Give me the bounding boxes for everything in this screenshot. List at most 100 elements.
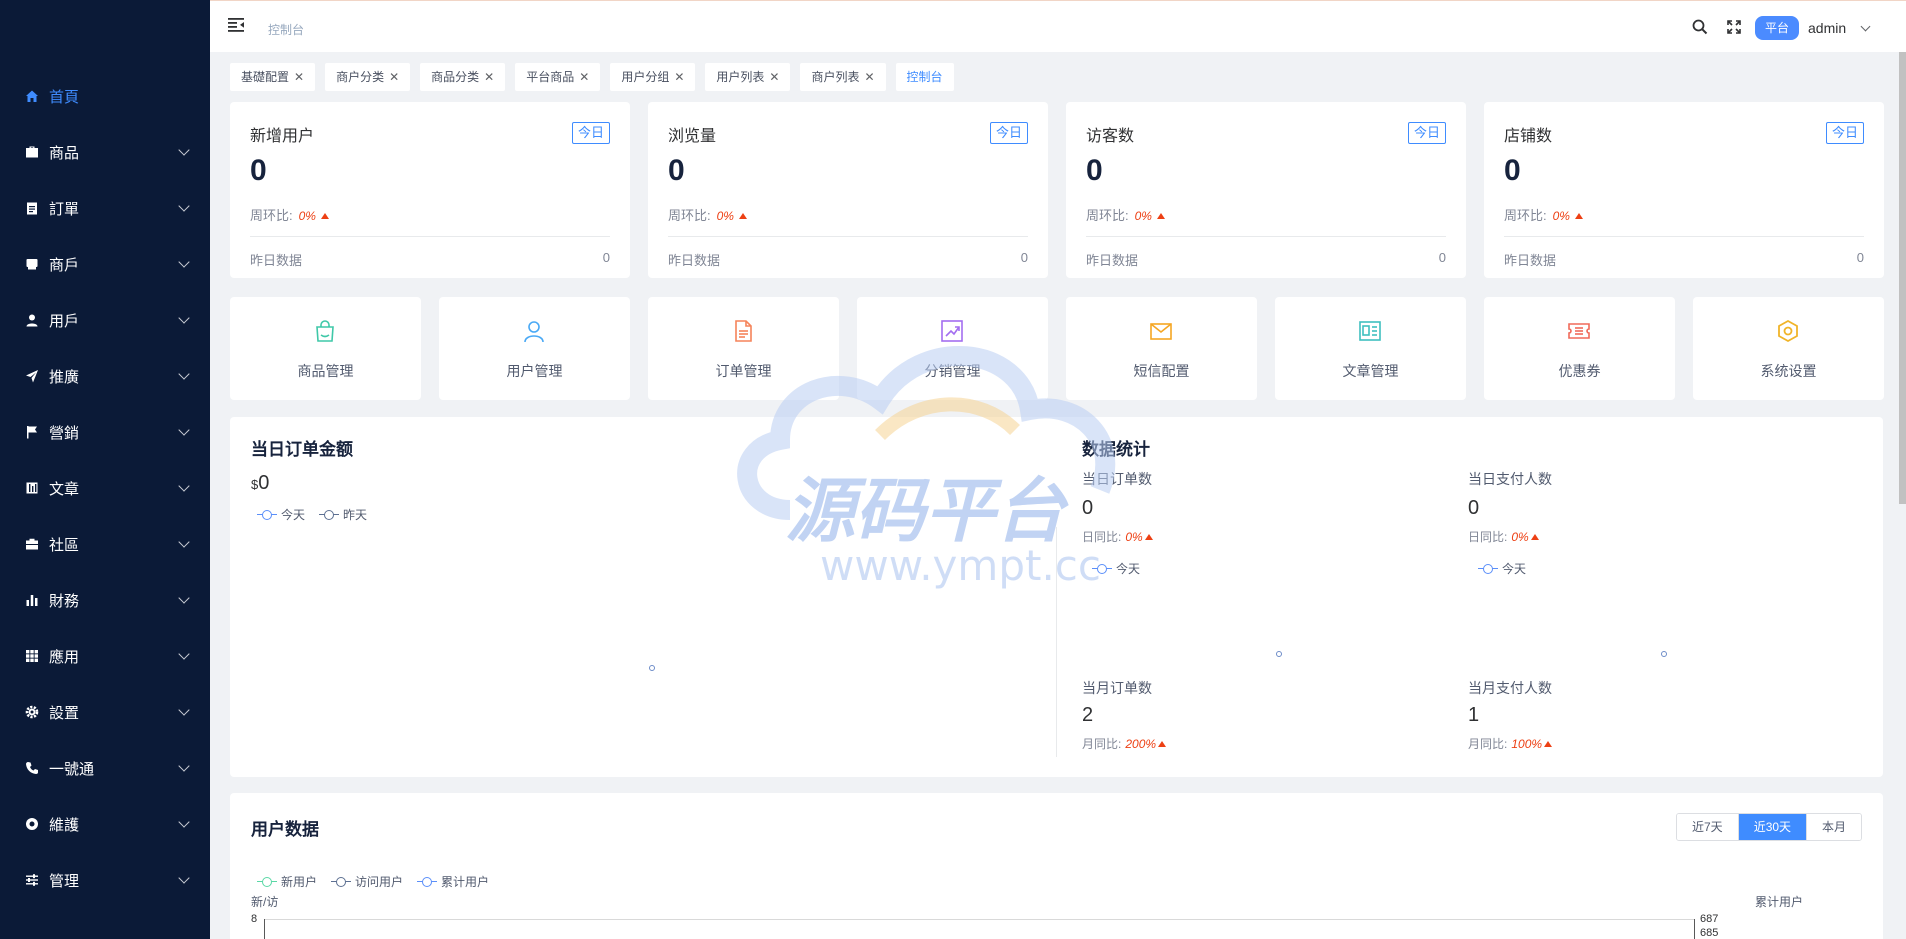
legend-item-total-users[interactable]: 累计用户 (417, 873, 489, 890)
quick-nav-sms[interactable]: 短信配置 (1066, 297, 1257, 400)
legend-item-visit-users[interactable]: 访问用户 (331, 873, 403, 890)
sidebar-item-management[interactable]: 管理 (0, 852, 210, 908)
stat-yesterday-value: 0 (1438, 250, 1446, 265)
suitcase-icon (24, 536, 40, 552)
left-axis-line (264, 919, 265, 939)
quick-nav-label: 文章管理 (1342, 363, 1399, 379)
divider (1056, 527, 1057, 757)
month-orders-label: 当月订单数 (1082, 680, 1152, 696)
arrow-up-icon (1574, 213, 1583, 219)
sidebar-item-products[interactable]: 商品 (0, 124, 210, 180)
tab-dashboard[interactable]: 控制台 (895, 63, 954, 91)
legend-marker (257, 876, 277, 888)
close-icon[interactable]: ✕ (484, 70, 494, 84)
close-icon[interactable]: ✕ (579, 70, 589, 84)
ticket-icon (1568, 323, 1590, 339)
left-axis-tick: 8 (251, 913, 258, 925)
sidebar-item-label: 首頁 (49, 88, 80, 106)
chart-gridline (264, 919, 1694, 920)
sidebar-item-promotion[interactable]: 推廣 (0, 348, 210, 404)
legend-item-yesterday[interactable]: 昨天 (319, 506, 367, 523)
stat-value: 0 (250, 154, 267, 187)
quick-nav-label: 订单管理 (715, 363, 772, 379)
close-icon[interactable]: ✕ (769, 70, 779, 84)
stat-period-badge: 今日 (1407, 122, 1446, 144)
legend-item-today[interactable]: 今天 (1478, 560, 1526, 577)
sidebar-item-finance[interactable]: 財務 (0, 572, 210, 628)
sidebar-item-articles[interactable]: 文章 (0, 460, 210, 516)
legend-item-today[interactable]: 今天 (257, 506, 305, 523)
range-30-days[interactable]: 近30天 (1738, 814, 1808, 840)
quick-nav-label: 用户管理 (506, 363, 563, 379)
close-icon[interactable]: ✕ (389, 70, 399, 84)
sidebar-item-merchants[interactable]: 商戶 (0, 236, 210, 292)
quick-nav-distribution[interactable]: 分销管理 (857, 297, 1048, 400)
user-data-title: 用户数据 (251, 820, 319, 839)
quick-nav-articles[interactable]: 文章管理 (1275, 297, 1466, 400)
chevron-down-icon (178, 368, 190, 380)
sidebar-item-one-pass[interactable]: 一號通 (0, 740, 210, 796)
store-icon (24, 256, 40, 272)
sidebar-item-apps[interactable]: 應用 (0, 628, 210, 684)
sidebar-item-settings[interactable]: 設置 (0, 684, 210, 740)
legend-label: 新用户 (281, 875, 318, 889)
quick-nav-label: 短信配置 (1133, 363, 1190, 379)
chevron-down-icon[interactable] (1860, 21, 1871, 32)
close-icon[interactable]: ✕ (864, 70, 874, 84)
tab-merchant-list[interactable]: 商户列表 ✕ (800, 63, 886, 91)
close-icon[interactable]: ✕ (674, 70, 684, 84)
cmp-label: 日同比: (1468, 530, 1508, 544)
range-this-month[interactable]: 本月 (1807, 814, 1862, 840)
sidebar-item-orders[interactable]: 訂單 (0, 180, 210, 236)
sidebar-item-label: 訂單 (49, 200, 80, 218)
tab-user-groups[interactable]: 用户分组 ✕ (610, 63, 696, 91)
sidebar-item-label: 商戶 (49, 256, 80, 274)
tab-basic-config[interactable]: 基礎配置 ✕ (230, 63, 316, 91)
article-icon (1359, 321, 1381, 341)
sidebar: 首頁 商品 訂單 商戶 用戶 推廣 營銷 文章 社區 財務 應用 設置 一號通 … (0, 0, 210, 939)
bar-chart-icon (24, 592, 40, 608)
right-axis-tick: 685 (1700, 927, 1719, 939)
quick-nav-users[interactable]: 用户管理 (439, 297, 630, 400)
tab-merchant-category[interactable]: 商户分类 ✕ (325, 63, 411, 91)
tab-product-category[interactable]: 商品分类 ✕ (420, 63, 506, 91)
home-icon (24, 88, 40, 104)
close-icon[interactable]: ✕ (294, 70, 304, 84)
range-7-days[interactable]: 近7天 (1677, 814, 1739, 840)
legend-marker (331, 876, 352, 888)
stat-value: 0 (668, 154, 685, 187)
tab-platform-products[interactable]: 平台商品 ✕ (515, 63, 601, 91)
divider (250, 236, 610, 237)
sidebar-item-users[interactable]: 用戶 (0, 292, 210, 348)
fullscreen-icon[interactable] (1727, 20, 1741, 34)
page-scrollbar[interactable] (1899, 52, 1906, 504)
tab-bar: 基礎配置 ✕ 商户分类 ✕ 商品分类 ✕ 平台商品 ✕ 用户分组 ✕ 用户列表 ✕ 商户列表… (230, 63, 964, 91)
envelope-icon (1150, 323, 1172, 340)
chevron-down-icon (178, 312, 190, 324)
legend-item-new-users[interactable]: 新用户 (257, 873, 317, 890)
left-axis-label: 新/访 (251, 895, 279, 909)
search-icon[interactable] (1692, 19, 1708, 35)
sidebar-item-home[interactable]: 首頁 (0, 68, 210, 124)
quick-nav-coupons[interactable]: 优惠券 (1484, 297, 1675, 400)
stat-title: 访客数 (1086, 128, 1135, 145)
tab-user-list[interactable]: 用户列表 ✕ (705, 63, 791, 91)
right-axis-tick: 687 (1700, 913, 1719, 925)
quick-nav-label: 优惠券 (1558, 363, 1601, 379)
sidebar-item-marketing[interactable]: 營銷 (0, 404, 210, 460)
range-selector: 近7天 近30天 本月 (1676, 813, 1863, 841)
quick-nav-orders[interactable]: 订单管理 (648, 297, 839, 400)
sidebar-item-maintenance[interactable]: 維護 (0, 796, 210, 852)
stat-value: 0 (1086, 154, 1103, 187)
quick-nav-system-settings[interactable]: 系统设置 (1693, 297, 1884, 400)
legend-marker (417, 876, 438, 888)
breadcrumb[interactable]: 控制台 (268, 21, 304, 38)
menu-toggle-icon[interactable] (228, 18, 244, 32)
today-orders-legend: 今天 (1092, 560, 1154, 577)
user-menu[interactable]: admin (1808, 20, 1846, 36)
quick-nav-products[interactable]: 商品管理 (230, 297, 421, 400)
trend-chart-icon (941, 320, 963, 342)
sidebar-item-community[interactable]: 社區 (0, 516, 210, 572)
arrow-up-icon (320, 213, 329, 219)
legend-item-today[interactable]: 今天 (1092, 560, 1140, 577)
